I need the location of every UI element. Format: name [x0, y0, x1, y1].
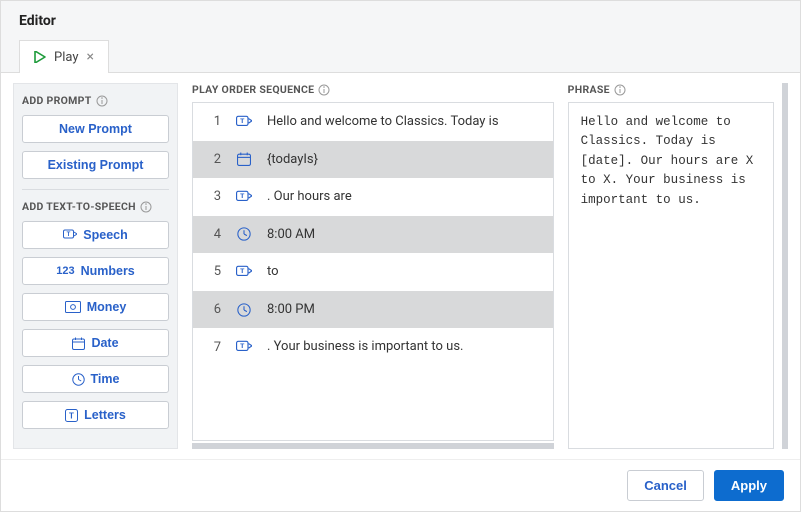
existing-prompt-button[interactable]: Existing Prompt [22, 151, 169, 179]
sequence-text: . Your business is important to us. [267, 338, 541, 356]
new-prompt-button[interactable]: New Prompt [22, 115, 169, 143]
sequence-row[interactable]: 5 Tto [193, 253, 553, 291]
letters-icon: T [65, 409, 78, 422]
info-icon [96, 95, 108, 107]
sequence-index: 2 [205, 152, 221, 167]
close-icon[interactable]: × [87, 49, 94, 65]
play-icon [34, 51, 46, 63]
tab-label: Play [54, 50, 79, 65]
sequence-heading: PLAY ORDER SEQUENCE [192, 83, 554, 96]
date-icon [235, 152, 253, 166]
sequence-text: 8:00 PM [267, 301, 541, 319]
sequence-text: Hello and welcome to Classics. Today is [267, 113, 541, 131]
sequence-index: 5 [205, 264, 221, 279]
sequence-row[interactable]: 4 8:00 AM [193, 216, 553, 254]
sequence-index: 7 [205, 340, 221, 355]
numbers-icon: 123 [56, 265, 74, 277]
phrase-textarea[interactable] [568, 102, 774, 449]
apply-button[interactable]: Apply [714, 470, 784, 501]
sequence-text: {todayIs} [267, 151, 541, 169]
speech-icon: T [235, 115, 253, 129]
horizontal-scrollbar[interactable] [192, 443, 554, 449]
money-icon [65, 301, 81, 313]
time-button[interactable]: Time [22, 365, 169, 393]
sequence-row[interactable]: 2 {todayIs} [193, 141, 553, 179]
editor-window: Editor Play × ADD PROMPT New Prompt Exis… [0, 0, 801, 512]
tab-play[interactable]: Play × [19, 40, 109, 73]
editor-body: ADD PROMPT New Prompt Existing Prompt AD… [1, 73, 800, 459]
cancel-button[interactable]: Cancel [627, 470, 704, 501]
sequence-panel: PLAY ORDER SEQUENCE 1 T Hello and welcome … [192, 83, 554, 449]
sequence-row[interactable]: 1 T Hello and welcome to Classics. Today i… [193, 103, 553, 141]
add-tts-heading: ADD TEXT-TO-SPEECH [22, 200, 169, 213]
divider [22, 189, 169, 190]
sequence-list: 1 T Hello and welcome to Classics. Today i… [192, 102, 554, 441]
phrase-panel: PHRASE [568, 83, 788, 449]
money-button[interactable]: Money [22, 293, 169, 321]
main-area: PLAY ORDER SEQUENCE 1 T Hello and welcome … [192, 83, 788, 449]
speech-icon: T [235, 190, 253, 204]
sequence-text: to [267, 263, 541, 281]
letters-button[interactable]: T Letters [22, 401, 169, 429]
sequence-index: 4 [205, 227, 221, 242]
sequence-index: 6 [205, 302, 221, 317]
page-title: Editor [19, 13, 782, 29]
svg-text:T: T [240, 192, 245, 200]
tab-bar: Play × [19, 39, 782, 72]
info-icon [140, 201, 152, 213]
sequence-text: . Our hours are [267, 188, 541, 206]
sequence-row[interactable]: 6 8:00 PM [193, 291, 553, 329]
speech-icon: T [235, 340, 253, 354]
sequence-index: 1 [205, 114, 221, 129]
time-icon [235, 227, 253, 241]
speech-icon: T [63, 229, 77, 241]
sequence-row[interactable]: 3 T . Our hours are [193, 178, 553, 216]
sequence-row[interactable]: 7 T . Your business is important to us. [193, 328, 553, 366]
clock-icon [72, 373, 85, 386]
info-icon [614, 84, 626, 96]
speech-button[interactable]: T Speech [22, 221, 169, 249]
header: Editor Play × [1, 1, 800, 73]
date-button[interactable]: Date [22, 329, 169, 357]
add-prompt-heading: ADD PROMPT [22, 94, 169, 107]
footer: Cancel Apply [1, 459, 800, 511]
speech-icon: T [235, 265, 253, 279]
svg-text:T: T [69, 411, 74, 420]
svg-text:T: T [67, 232, 71, 238]
numbers-button[interactable]: 123 Numbers [22, 257, 169, 285]
sidebar: ADD PROMPT New Prompt Existing Prompt AD… [13, 83, 178, 449]
svg-text:T: T [240, 117, 245, 125]
phrase-heading: PHRASE [568, 83, 782, 96]
sequence-text: 8:00 AM [267, 226, 541, 244]
time-icon [235, 303, 253, 317]
sequence-index: 3 [205, 189, 221, 204]
info-icon [318, 84, 330, 96]
svg-text:T: T [240, 342, 245, 350]
calendar-icon [72, 337, 85, 350]
svg-text:T: T [240, 267, 245, 275]
